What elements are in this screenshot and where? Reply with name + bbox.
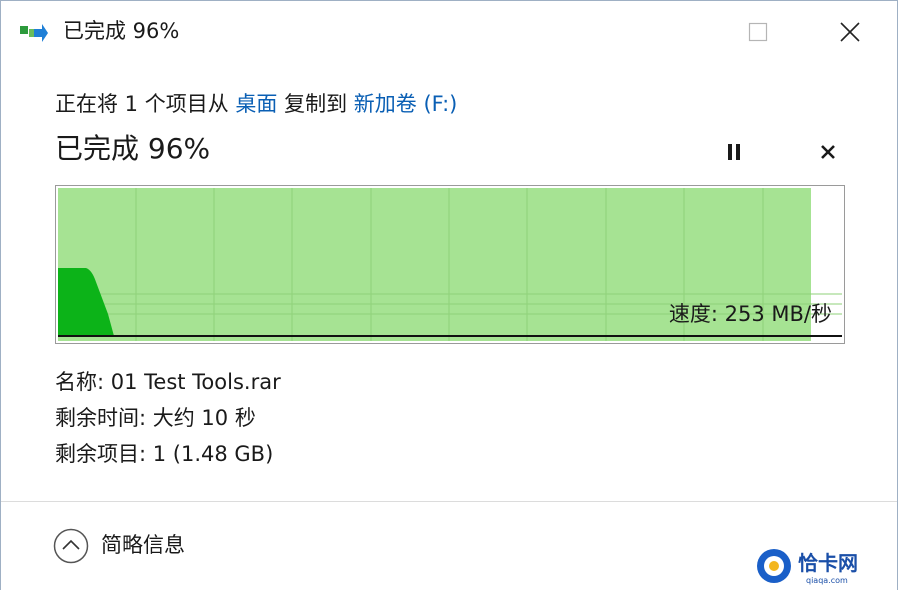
window-title: 已完成 96% [63, 19, 180, 43]
close-icon [840, 22, 860, 42]
watermark-text: 恰卡网 [798, 551, 858, 575]
minimize-button[interactable] [657, 15, 691, 49]
maximize-icon [748, 22, 768, 42]
items-remaining: 剩余项目: 1 (1.48 GB) [55, 442, 274, 466]
pause-icon [728, 144, 740, 160]
copy-description: 正在将 1 个项目从 桌面 复制到 新加卷 (F:) [55, 89, 457, 119]
copy-arrow-icon [20, 24, 48, 42]
site-logo: 恰卡网 qiaqa.com [757, 549, 858, 585]
copy-middle: 复制到 [284, 92, 348, 116]
cancel-button[interactable] [813, 139, 843, 165]
title-bar[interactable]: 已完成 96% [1, 1, 897, 63]
watermark-sub: qiaqa.com [806, 576, 848, 585]
copy-progress-window: 已完成 96% 正在将 1 个项目从 桌面 复制到 新加卷 (F:) 已完成 9… [0, 0, 898, 590]
file-name: 名称: 01 Test Tools.rar [55, 370, 281, 394]
destination-link[interactable]: 新加卷 (F:) [354, 92, 458, 116]
close-icon [821, 145, 835, 159]
progress-title: 已完成 96% [55, 132, 211, 165]
maximize-button[interactable] [741, 15, 775, 49]
speed-label: 速度: 253 MB/秒 [668, 302, 832, 326]
chevron-up-icon[interactable] [53, 528, 89, 564]
time-remaining: 剩余时间: 大约 10 秒 [55, 406, 256, 430]
copy-prefix: 正在将 1 个项目从 [55, 92, 229, 116]
minimize-icon [666, 31, 682, 33]
close-window-button[interactable] [833, 15, 867, 49]
source-link[interactable]: 桌面 [235, 92, 277, 116]
pause-button[interactable] [719, 139, 749, 165]
fewer-details-button[interactable]: 简略信息 [101, 530, 185, 560]
transfer-speed-graph: 速度: 253 MB/秒 [55, 185, 845, 344]
